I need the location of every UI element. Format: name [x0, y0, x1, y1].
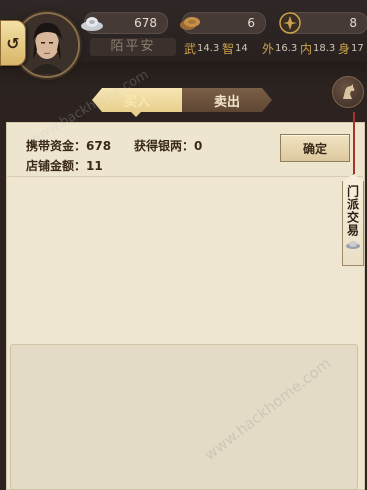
stat-glyph: 外 [262, 41, 275, 56]
silver-gained-label: 获得银两：0 [134, 139, 203, 153]
silver-counter: 678 [81, 12, 168, 34]
stat-item: 智 14 [222, 40, 248, 56]
sect-trade-label: 门派交易 [345, 185, 360, 237]
silver-ingot-icon [81, 17, 103, 31]
trade-info: 携带资金：678 获得银两：0 店铺金额：11 [26, 136, 202, 176]
stat-glyph: 身 [338, 41, 351, 56]
horse-mount-button[interactable] [332, 76, 364, 108]
stat-item: 身 17 [338, 40, 364, 56]
active-tab-indicator-icon [130, 111, 142, 117]
character-name: 陌平安 [90, 38, 176, 56]
item-list-area[interactable] [10, 177, 358, 342]
stat-item: 武 14.3 [184, 40, 219, 56]
stat-value: 16.3 [275, 42, 298, 54]
stat-item: 外 16.3 [262, 40, 297, 56]
token-counter: 8 [279, 12, 367, 34]
item-detail-area[interactable] [10, 344, 358, 490]
stat-glyph: 内 [300, 41, 313, 56]
coin-counter: 6 [180, 12, 266, 34]
stat-value: 14 [235, 42, 248, 54]
stat-value: 14.3 [197, 42, 220, 54]
stat-value: 18.3 [313, 42, 336, 54]
shop-amount-label: 店铺金额：11 [26, 159, 103, 173]
tab-sell[interactable]: 卖出 [182, 88, 272, 112]
confirm-button[interactable]: 确定 [280, 134, 350, 162]
horse-icon [343, 84, 355, 99]
back-arrow-icon: ↺ [6, 33, 20, 53]
emblem-token-icon [279, 12, 301, 34]
back-button[interactable]: ↺ [0, 20, 26, 66]
tag-string [353, 112, 355, 174]
sect-trade-tag[interactable]: 门派交易 [342, 174, 364, 266]
stat-item: 内 18.3 [300, 40, 335, 56]
stat-glyph: 武 [184, 41, 197, 56]
stat-glyph: 智 [222, 41, 235, 56]
silver-ingot-icon [346, 241, 360, 249]
copper-coin-icon [180, 17, 200, 30]
stat-value: 17 [351, 42, 364, 54]
